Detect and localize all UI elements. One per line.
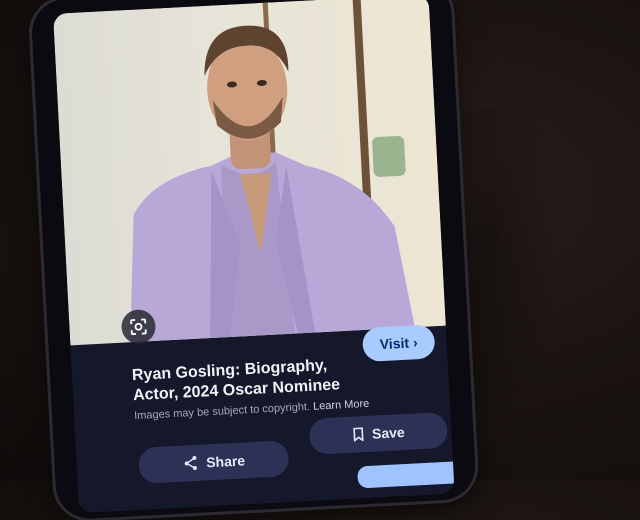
result-title[interactable]: Ryan Gosling: Biography, Actor, 2024 Osc… [132,354,374,407]
save-label: Save [371,423,406,442]
share-label: Share [205,452,246,471]
learn-more-link[interactable]: Learn More [313,398,370,413]
partial-bottom-button[interactable] [357,460,455,489]
visit-label: Visit [379,334,410,353]
search-result-image[interactable] [52,0,446,346]
overlay-chip [371,135,406,178]
visit-button[interactable]: Visit › [361,324,436,363]
phone-screen: Visit › Ryan Gosling: Biography, Actor, … [52,0,455,514]
chevron-right-icon: › [412,334,419,351]
bookmark-icon [352,427,364,442]
share-icon [184,456,197,471]
phone-device: Visit › Ryan Gosling: Biography, Actor, … [30,0,477,520]
share-button[interactable]: Share [137,440,290,484]
lens-search-icon [130,318,147,335]
save-button[interactable]: Save [308,411,449,455]
